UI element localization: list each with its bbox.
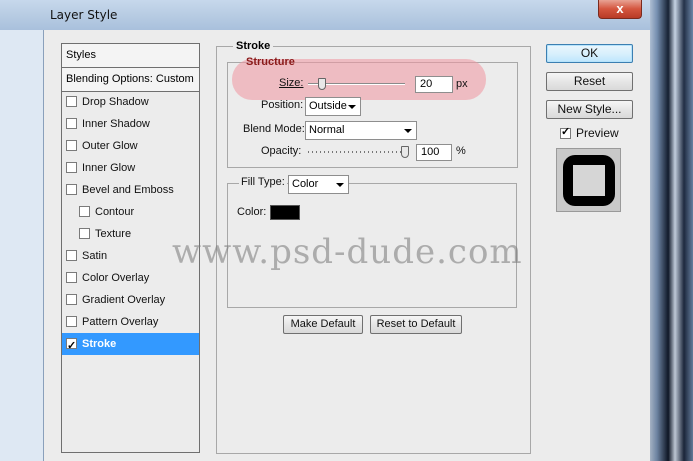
styles-header-label: Styles [66, 49, 96, 61]
blend-mode-value: Normal [309, 124, 345, 136]
style-item-label: Drop Shadow [82, 96, 149, 108]
size-slider-thumb[interactable] [318, 78, 326, 90]
preview-stroke-shape [563, 155, 615, 206]
stroke-checkbox[interactable] [66, 335, 77, 357]
style-item-label: Contour [95, 206, 135, 218]
inner-glow-checkbox[interactable] [66, 162, 77, 173]
blend-mode-label: Blend Mode: [243, 123, 305, 135]
texture-checkbox[interactable] [79, 228, 90, 239]
fill-type-value: Color [292, 178, 319, 190]
ok-button[interactable]: OK [546, 44, 633, 63]
contour-checkbox[interactable] [79, 206, 90, 217]
watermark: www.psd-dude.com [172, 232, 523, 272]
gradient-overlay-checkbox[interactable] [66, 294, 77, 305]
pattern-overlay-checkbox[interactable] [66, 316, 77, 327]
preview-checkbox[interactable] [560, 125, 571, 139]
style-item-label: Bevel and Emboss [82, 184, 174, 196]
reset-button[interactable]: Reset [546, 72, 633, 91]
stroke-group-title: Stroke [233, 40, 274, 52]
style-item-stroke[interactable]: Stroke [62, 333, 199, 357]
style-item-bevel-emboss[interactable]: Bevel and Emboss [62, 179, 199, 201]
position-label: Position: [261, 99, 304, 111]
style-item-label: Satin [82, 250, 108, 262]
position-value: Outside [309, 100, 347, 112]
style-item-label: Texture [95, 228, 132, 240]
style-item-label: Stroke [82, 338, 117, 350]
style-item-drop-shadow[interactable]: Drop Shadow [62, 91, 199, 113]
color-label: Color: [237, 206, 267, 218]
fill-type-label: Fill Type: [239, 176, 287, 188]
make-default-button[interactable]: Make Default [283, 315, 363, 334]
window-title: Layer Style [50, 8, 118, 22]
style-item-label: Gradient Overlay [82, 294, 166, 306]
structure-group-title: Structure [246, 56, 295, 68]
size-input[interactable]: 20 [415, 76, 453, 93]
title-bar[interactable]: Layer Style x [0, 0, 650, 30]
chevron-down-icon [348, 105, 356, 109]
desktop-wallpaper-strip [648, 0, 693, 461]
style-item-outer-glow[interactable]: Outer Glow [62, 135, 199, 157]
opacity-slider-track[interactable] [308, 151, 405, 153]
size-unit: px [456, 78, 468, 90]
drop-shadow-checkbox[interactable] [66, 96, 77, 107]
blending-options-label: Blending Options: Custom [66, 73, 194, 85]
bevel-emboss-checkbox[interactable] [66, 184, 77, 195]
preview-label: Preview [576, 126, 619, 140]
style-item-contour[interactable]: Contour [62, 201, 199, 223]
style-item-inner-shadow[interactable]: Inner Shadow [62, 113, 199, 135]
new-style-button[interactable]: New Style... [546, 100, 633, 119]
style-item-label: Inner Glow [82, 162, 136, 174]
close-icon: x [616, 1, 624, 16]
opacity-input[interactable]: 100 [416, 144, 452, 161]
styles-header[interactable]: Styles [62, 44, 199, 68]
inner-shadow-checkbox[interactable] [66, 118, 77, 129]
opacity-slider-thumb[interactable] [401, 146, 409, 158]
preview-thumbnail [556, 148, 621, 212]
close-button[interactable]: x [598, 0, 642, 19]
fill-type-select[interactable]: Color [288, 175, 349, 194]
opacity-unit: % [456, 145, 466, 157]
preview-checkbox-row[interactable]: Preview [560, 125, 619, 140]
opacity-label: Opacity: [261, 145, 302, 157]
color-swatch[interactable] [270, 205, 300, 220]
outer-glow-checkbox[interactable] [66, 140, 77, 151]
style-item-label: Outer Glow [82, 140, 138, 152]
position-select[interactable]: Outside [305, 97, 361, 116]
chevron-down-icon [336, 183, 344, 187]
preview-fill-shape [573, 165, 605, 196]
blend-mode-select[interactable]: Normal [305, 121, 417, 140]
reset-to-default-button[interactable]: Reset to Default [370, 315, 462, 334]
chevron-down-icon [404, 129, 412, 133]
style-item-label: Inner Shadow [82, 118, 150, 130]
size-label: Size: [279, 77, 304, 89]
blending-options-item[interactable]: Blending Options: Custom [62, 68, 199, 92]
style-item-inner-glow[interactable]: Inner Glow [62, 157, 199, 179]
style-item-label: Color Overlay [82, 272, 150, 284]
satin-checkbox[interactable] [66, 250, 77, 261]
style-item-gradient-overlay[interactable]: Gradient Overlay [62, 289, 199, 311]
style-item-label: Pattern Overlay [82, 316, 159, 328]
color-overlay-checkbox[interactable] [66, 272, 77, 283]
style-item-pattern-overlay[interactable]: Pattern Overlay [62, 311, 199, 333]
